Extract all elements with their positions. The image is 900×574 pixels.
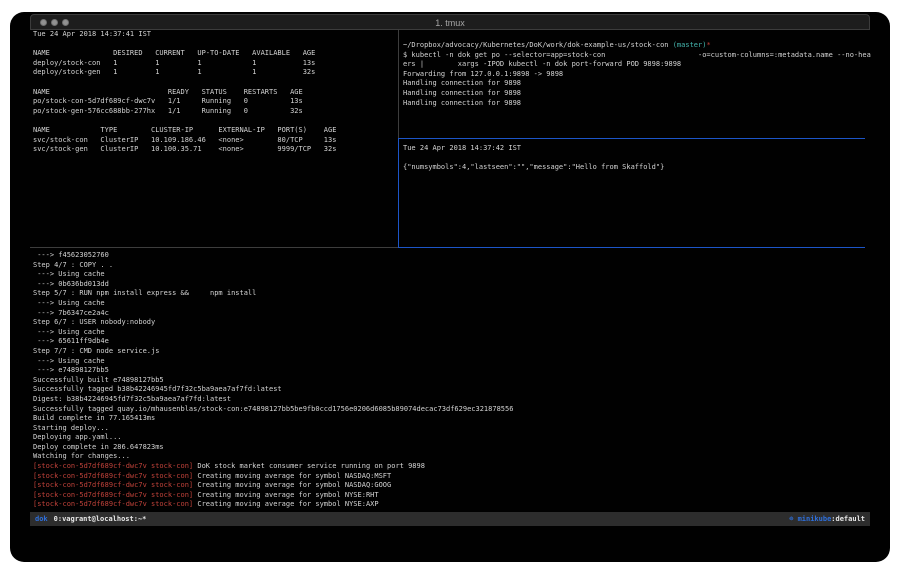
pod-log-line: [stock-con-5d7df689cf-dwc7v stock-con] C…	[33, 481, 853, 491]
terminal-line: deploy/stock-con 1 1 1 1 13s	[33, 59, 395, 69]
pod-log-prefix: [stock-con-5d7df689cf-dwc7v stock-con]	[33, 500, 193, 508]
kube-context: minikube	[798, 515, 832, 523]
repo-prompt-line: ~/Dropbox/advocacy/Kubernetes/DoK/work/d…	[403, 41, 871, 51]
tmux-session-name[interactable]: dok	[35, 515, 48, 523]
terminal-line: Build complete in 77.165413ms	[33, 414, 853, 424]
terminal-line: Deploy complete in 286.647823ms	[33, 443, 853, 453]
pod-log-line: [stock-con-5d7df689cf-dwc7v stock-con] D…	[33, 462, 853, 472]
terminal-line: ---> Using cache	[33, 328, 853, 338]
window-title: 1. tmux	[31, 18, 869, 28]
terminal-line: svc/stock-gen ClusterIP 10.100.35.71 <no…	[33, 145, 395, 155]
pane-border-vertical[interactable]	[398, 29, 399, 139]
terminal-line: Tue 24 Apr 2018 14:37:42 IST	[403, 144, 871, 154]
pane-skaffold-log[interactable]: ---> f45623052760Step 4/7 : COPY . . ---…	[33, 251, 853, 511]
pane-kubectl-watch[interactable]: Tue 24 Apr 2018 14:37:41 IST NAME DESIRED…	[33, 30, 395, 250]
terminal-line: NAME DESIRED CURRENT UP-TO-DATE AVAILABL…	[33, 49, 395, 59]
terminal-line: ---> e74898127bb5	[33, 366, 853, 376]
terminal-line: Deploying app.yaml...	[33, 433, 853, 443]
pod-log-prefix: [stock-con-5d7df689cf-dwc7v stock-con]	[33, 491, 193, 499]
pod-log-text: Creating moving average for symbol NYSE:…	[193, 491, 378, 499]
kube-namespace: :default	[831, 515, 865, 523]
terminal-line: Step 4/7 : COPY . .	[33, 261, 853, 271]
terminal-line: Digest: b38b42246945fd7f32c5ba9aea7af7fd…	[33, 395, 853, 405]
terminal-line: Step 6/7 : USER nobody:nobody	[33, 318, 853, 328]
pane-border-horizontal-active-bottom[interactable]	[398, 247, 865, 248]
terminal-line	[33, 78, 395, 88]
terminal-line: ---> Using cache	[33, 357, 853, 367]
terminal-line: Handling connection for 9898	[403, 79, 871, 89]
terminal-line: ---> Using cache	[33, 299, 853, 309]
terminal-line: svc/stock-con ClusterIP 10.109.186.46 <n…	[33, 136, 395, 146]
terminal-line	[33, 116, 395, 126]
port-forward-output: $ kubectl -n dok get po --selector=app=s…	[403, 51, 871, 109]
terminal-line: Tue 24 Apr 2018 14:37:41 IST	[33, 30, 395, 40]
terminal-line: Handling connection for 9898	[403, 89, 871, 99]
terminal-line: ---> 0b636bd013dd	[33, 280, 853, 290]
pod-log-line: [stock-con-5d7df689cf-dwc7v stock-con] C…	[33, 500, 853, 510]
kubernetes-helm-icon: ☸	[789, 515, 797, 523]
git-branch: (master)	[673, 41, 707, 49]
pane-port-forward[interactable]: ~/Dropbox/advocacy/Kubernetes/DoK/work/d…	[403, 41, 871, 137]
build-deploy-output: ---> f45623052760Step 4/7 : COPY . . ---…	[33, 251, 853, 462]
terminal-line	[33, 40, 395, 50]
terminal-line: Successfully tagged quay.io/mhausenblas/…	[33, 405, 853, 415]
pod-log-text: DoK stock market consumer service runnin…	[193, 462, 425, 470]
tmux-status-right: ☸ minikube:default	[789, 515, 865, 523]
pane-border-horizontal-active-top[interactable]	[398, 138, 865, 139]
terminal-line: Step 7/7 : CMD node service.js	[33, 347, 853, 357]
repo-path: ~/Dropbox/advocacy/Kubernetes/DoK/work/d…	[403, 41, 673, 49]
terminal-screen: 1. tmux Tue 24 Apr 2018 14:37:41 IST NAME…	[10, 12, 890, 562]
terminal-line: NAME READY STATUS RESTARTS AGE	[33, 88, 395, 98]
pod-log-prefix: [stock-con-5d7df689cf-dwc7v stock-con]	[33, 481, 193, 489]
terminal-line: Starting deploy...	[33, 424, 853, 434]
terminal-line: deploy/stock-gen 1 1 1 1 32s	[33, 68, 395, 78]
tmux-status-bar: dok 0:vagrant@localhost:~* ☸ minikube:de…	[30, 512, 870, 526]
terminal-line: NAME TYPE CLUSTER-IP EXTERNAL-IP PORT(S)…	[33, 126, 395, 136]
pane-border-horizontal[interactable]	[30, 247, 399, 248]
pod-log-prefix: [stock-con-5d7df689cf-dwc7v stock-con]	[33, 462, 193, 470]
terminal-line: ers | xargs -IPOD kubectl -n dok port-fo…	[403, 60, 871, 70]
terminal-line: ---> 65611ff9db4e	[33, 337, 853, 347]
pod-log-text: Creating moving average for symbol NYSE:…	[193, 500, 378, 508]
terminal-line: po/stock-gen-576cc688bb-277hx 1/1 Runnin…	[33, 107, 395, 117]
pane-curl-output[interactable]: Tue 24 Apr 2018 14:37:42 IST {"numsymbols…	[403, 144, 871, 246]
window-titlebar: 1. tmux	[30, 14, 870, 30]
pod-log-text: Creating moving average for symbol NASDA…	[193, 481, 391, 489]
terminal-line: ---> f45623052760	[33, 251, 853, 261]
pod-log-line: [stock-con-5d7df689cf-dwc7v stock-con] C…	[33, 491, 853, 501]
git-dirty-flag: *	[706, 41, 710, 49]
terminal-line: po/stock-con-5d7df689cf-dwc7v 1/1 Runnin…	[33, 97, 395, 107]
terminal-line: Successfully tagged b38b42246945fd7f32c5…	[33, 385, 853, 395]
terminal-line: Handling connection for 9898	[403, 99, 871, 109]
tmux-window-item[interactable]: 0:vagrant@localhost:~*	[54, 515, 147, 523]
pod-log-line: [stock-con-5d7df689cf-dwc7v stock-con] C…	[33, 472, 853, 482]
terminal-line: Watching for changes...	[33, 452, 853, 462]
terminal-line: Forwarding from 127.0.0.1:9898 -> 9898	[403, 70, 871, 80]
pod-log-text: Creating moving average for symbol NASDA…	[193, 472, 391, 480]
terminal-line: {"numsymbols":4,"lastseen":"","message":…	[403, 163, 871, 173]
terminal-line: Successfully built e74898127bb5	[33, 376, 853, 386]
terminal-line: Step 5/7 : RUN npm install express && np…	[33, 289, 853, 299]
terminal-line: ---> Using cache	[33, 270, 853, 280]
pane-border-vertical-active[interactable]	[398, 138, 399, 248]
screenshot-root: 1. tmux Tue 24 Apr 2018 14:37:41 IST NAME…	[0, 0, 900, 574]
terminal-line: ---> 7b6347ce2a4c	[33, 309, 853, 319]
pod-log-prefix: [stock-con-5d7df689cf-dwc7v stock-con]	[33, 472, 193, 480]
terminal-line	[403, 154, 871, 164]
terminal-line: $ kubectl -n dok get po --selector=app=s…	[403, 51, 871, 61]
